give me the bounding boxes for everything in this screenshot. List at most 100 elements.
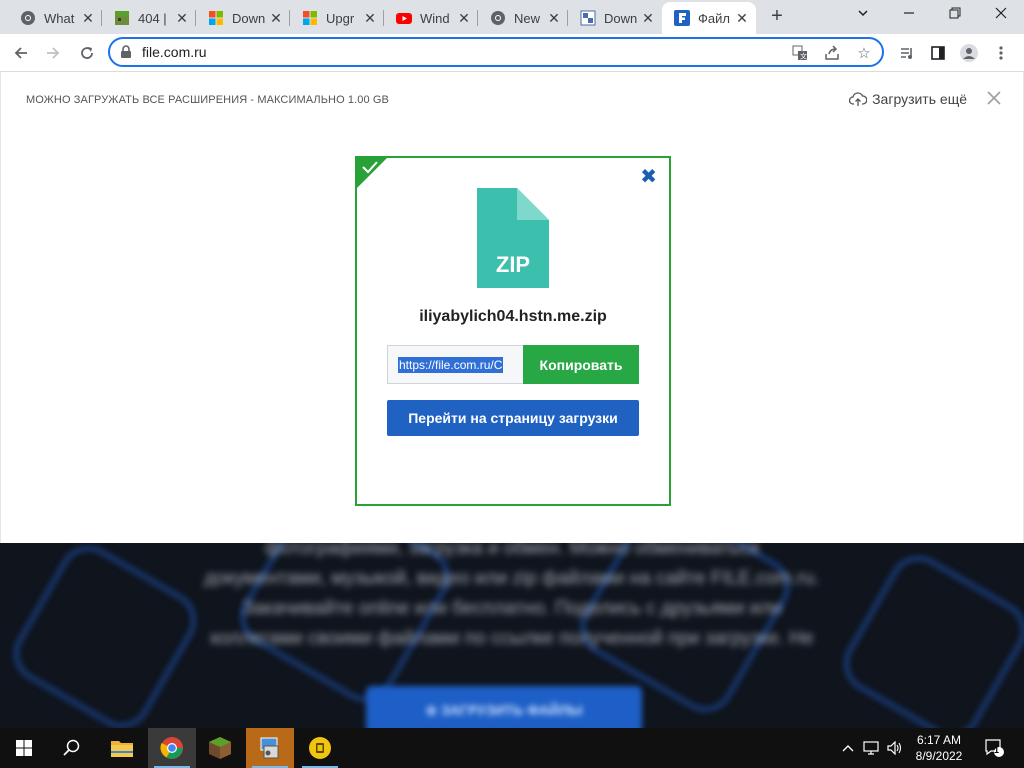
installer-icon — [260, 737, 279, 759]
checkmark-icon — [362, 161, 378, 174]
volume-icon[interactable] — [884, 728, 906, 768]
file-name: iliyabylich04.hstn.me.zip — [419, 308, 607, 325]
background-text-line: Закачивайте online или бесплатно. Подели… — [241, 598, 783, 619]
chrome-icon — [160, 737, 183, 759]
tab-close-icon[interactable]: ✕ — [456, 10, 472, 26]
youtube-icon — [396, 10, 412, 26]
upload-files-button[interactable]: ⊕ ЗАГРУЗИТЬ ФАЙЛЫ — [366, 686, 642, 728]
browser-toolbar: file.com.ru 文 ☆ — [0, 34, 1024, 72]
tab-close-icon[interactable]: ✕ — [80, 10, 96, 26]
playlist-icon — [901, 48, 912, 59]
tab-upgrade[interactable]: Upgr ✕ — [290, 4, 384, 32]
close-icon[interactable] — [985, 90, 1003, 108]
windows-taskbar: 6:17 AM 8/9/2022 1 — [0, 728, 1024, 768]
file-explorer-button[interactable] — [98, 728, 146, 768]
minecraft-icon — [209, 737, 231, 759]
avatar-icon — [960, 44, 978, 62]
search-button[interactable] — [48, 728, 96, 768]
minimize-button[interactable] — [886, 0, 932, 32]
goto-download-page-button[interactable]: Перейти на страницу загрузки — [387, 400, 639, 436]
tab-file-active[interactable]: Файл ✕ — [662, 2, 756, 34]
tab-label: 404 | — [138, 10, 167, 26]
profile-button[interactable] — [956, 40, 982, 66]
tab-label: What — [44, 10, 75, 26]
tab-close-icon[interactable]: ✕ — [362, 10, 378, 26]
tab-label: Down — [604, 10, 638, 26]
tab-close-icon[interactable]: ✕ — [734, 10, 750, 26]
page-content: фотографиями, загрузка и обмен. Можно об… — [0, 72, 1024, 728]
background-text-line: коллегами своими файлами по ссылке получ… — [210, 628, 814, 649]
notification-center-button[interactable]: 1 — [980, 728, 1010, 768]
close-window-button[interactable] — [978, 0, 1024, 32]
search-icon — [63, 739, 80, 756]
tab-close-icon[interactable]: ✕ — [268, 10, 284, 26]
microsoft-icon — [208, 10, 224, 26]
arrow-right-icon — [47, 47, 60, 59]
tab-whatsapp[interactable]: What ✕ — [8, 4, 102, 32]
folder-icon — [111, 741, 133, 757]
address-bar[interactable]: file.com.ru 文 ☆ — [108, 37, 884, 67]
share-link-value: https://file.com.ru/C — [398, 356, 504, 373]
tab-404[interactable]: 404 | ✕ — [102, 4, 196, 32]
tab-download-microsoft[interactable]: Down ✕ — [196, 4, 290, 32]
upload-more-button[interactable]: Загрузить ещё — [849, 91, 967, 107]
menu-button[interactable] — [988, 40, 1014, 66]
tab-new[interactable]: New ✕ — [478, 4, 568, 32]
side-panel-icon — [931, 46, 945, 60]
chrome-taskbar-button[interactable] — [148, 728, 196, 768]
windows-logo-icon — [16, 740, 32, 756]
url-text: file.com.ru — [142, 44, 207, 60]
minecraft-icon — [114, 10, 130, 26]
background-text-line: документами, музыкой, видео или zip файл… — [204, 568, 820, 589]
more-vert-icon — [999, 46, 1003, 60]
tab-label: Wind — [420, 10, 450, 26]
show-hidden-icons-chevron-icon[interactable] — [838, 728, 858, 768]
tab-label: New — [514, 10, 541, 26]
tab-youtube[interactable]: Wind ✕ — [384, 4, 478, 32]
softonic-icon — [580, 10, 596, 26]
tab-close-icon[interactable]: ✕ — [546, 10, 562, 26]
upload-limit-notice: МОЖНО ЗАГРУЖАТЬ ВСЕ РАСШИРЕНИЯ - МАКСИМА… — [26, 94, 389, 106]
microsoft-icon — [302, 10, 318, 26]
forward-button[interactable] — [40, 40, 66, 66]
remove-file-close-icon[interactable]: ✖ — [640, 167, 657, 187]
clock-date: 8/9/2022 — [915, 749, 963, 763]
app-taskbar-button[interactable] — [296, 728, 344, 768]
bookmark-star-icon[interactable]: ☆ — [854, 43, 874, 63]
minecraft-taskbar-button[interactable] — [196, 728, 244, 768]
tab-close-icon[interactable]: ✕ — [640, 10, 656, 26]
network-icon[interactable] — [860, 728, 882, 768]
notification-count: 1 — [994, 745, 1000, 755]
tab-download-softonic[interactable]: Down ✕ — [568, 4, 662, 32]
copy-button[interactable]: Копировать — [523, 345, 639, 384]
arrow-left-icon — [14, 47, 27, 59]
tab-label: Down — [232, 10, 266, 26]
translate-icon[interactable]: 文 — [790, 43, 810, 63]
tab-close-icon[interactable]: ✕ — [174, 10, 190, 26]
cloud-upload-icon — [849, 92, 868, 106]
restore-button[interactable] — [932, 0, 978, 32]
reload-icon — [81, 47, 93, 59]
share-icon[interactable] — [822, 43, 842, 63]
zip-file-icon: ZIP — [477, 188, 549, 288]
tab-strip: What ✕ 404 | ✕ Down ✕ Upgr ✕ Wind ✕ New … — [0, 0, 1024, 34]
file-type-label: ZIP — [496, 252, 530, 277]
side-panel-button[interactable] — [925, 40, 951, 66]
share-link-input[interactable]: https://file.com.ru/C — [387, 345, 523, 384]
media-control-button[interactable] — [894, 40, 920, 66]
start-button[interactable] — [0, 728, 48, 768]
reload-button[interactable] — [74, 40, 100, 66]
svg-text:文: 文 — [800, 52, 807, 61]
chrome-icon — [20, 10, 36, 26]
share-link-row: https://file.com.ru/C Копировать — [387, 345, 639, 384]
file-card: ✖ ZIP iliyabylich04.hstn.me.zip https://… — [355, 156, 671, 506]
filecom-icon — [674, 10, 690, 26]
new-tab-button[interactable]: + — [765, 5, 789, 29]
tab-label: Upgr — [326, 10, 355, 26]
lock-icon — [120, 45, 132, 64]
tab-search-chevron-icon[interactable] — [840, 0, 886, 32]
installer-taskbar-button[interactable] — [246, 728, 294, 768]
back-button[interactable] — [8, 40, 34, 66]
tab-label: Файл — [698, 10, 730, 26]
system-clock[interactable]: 6:17 AM 8/9/2022 — [906, 732, 972, 764]
